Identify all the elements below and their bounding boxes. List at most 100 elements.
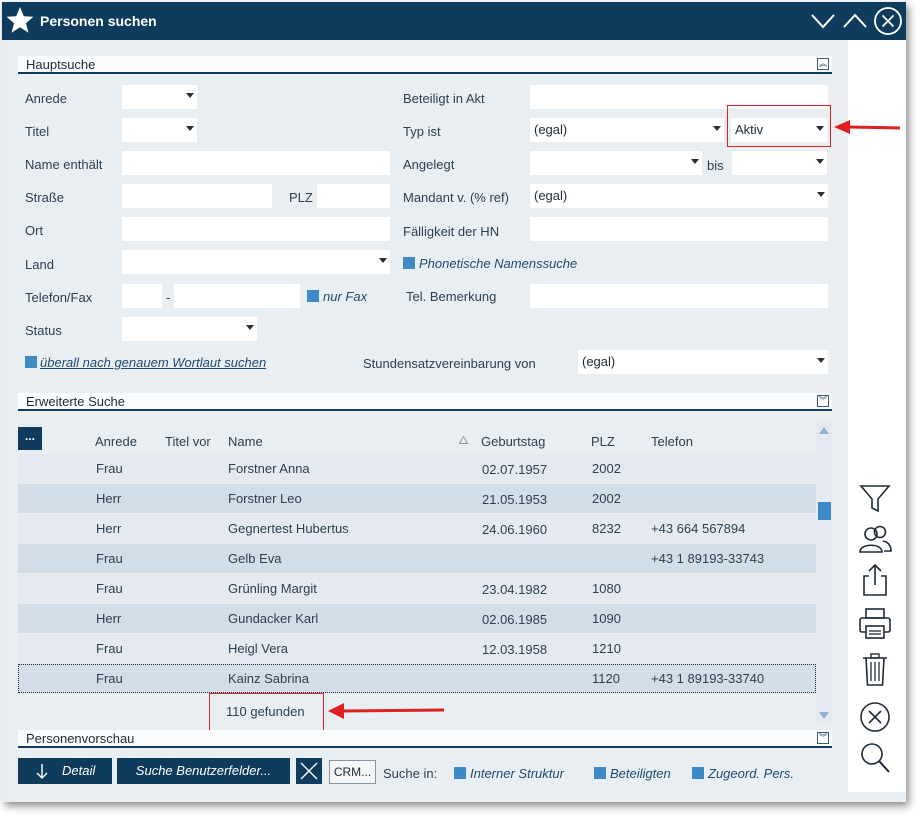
- table-row[interactable]: Herr Forstner Leo 21.05.1953 2002: [18, 484, 816, 513]
- col-titel-vor[interactable]: Titel vor: [165, 434, 211, 449]
- status-label: Status: [25, 323, 62, 338]
- col-geburtstag[interactable]: Geburtstag: [481, 434, 545, 449]
- filter-icon[interactable]: [857, 480, 893, 516]
- titel-select[interactable]: [122, 118, 197, 142]
- mandant-select[interactable]: (egal): [530, 184, 828, 208]
- x-icon: [300, 762, 318, 780]
- name-input[interactable]: [122, 151, 390, 175]
- persons-icon[interactable]: [857, 522, 893, 558]
- table-row[interactable]: Frau Forstner Anna 02.07.1957 2002: [18, 454, 816, 483]
- interne-checkbox[interactable]: [454, 767, 466, 779]
- cell-name: Forstner Leo: [228, 491, 302, 506]
- hauptsuche-header[interactable]: Hauptsuche ︽: [18, 56, 832, 74]
- col-telefon[interactable]: Telefon: [651, 434, 693, 449]
- expand-down-icon[interactable]: ︾: [817, 732, 829, 744]
- vorschau-header[interactable]: Personenvorschau ︾: [18, 730, 832, 748]
- plz-label: PLZ: [289, 190, 313, 205]
- wortlaut-checkbox[interactable]: [25, 356, 37, 368]
- cell-plz: 1090: [592, 611, 621, 626]
- chevron-down-icon[interactable]: [808, 6, 838, 36]
- search-icon[interactable]: [857, 740, 893, 776]
- typ-select[interactable]: (egal): [530, 118, 724, 142]
- cell-anrede: Herr: [96, 521, 122, 536]
- table-row[interactable]: Herr Gegnertest Hubertus 24.06.1960 8232…: [18, 514, 816, 543]
- collapse-up-icon[interactable]: ︽: [817, 58, 829, 70]
- cell-plz: 1080: [592, 581, 621, 596]
- cell-name: Kainz Sabrina: [228, 671, 309, 686]
- stundensatz-select[interactable]: (egal): [578, 350, 828, 374]
- phonetische-label: Phonetische Namenssuche: [419, 256, 578, 271]
- name-label: Name enthält: [25, 157, 103, 172]
- suche-in-label: Suche in:: [383, 766, 438, 781]
- col-anrede[interactable]: Anrede: [95, 434, 137, 449]
- annotation-arrow-icon: [834, 120, 901, 134]
- print-icon[interactable]: [857, 606, 893, 642]
- telefon-separator: -: [166, 290, 171, 305]
- nur-fax-checkbox[interactable]: [307, 290, 319, 302]
- zugeord-checkbox[interactable]: [692, 767, 704, 779]
- erweiterte-header[interactable]: Erweiterte Suche ︾: [18, 393, 832, 411]
- arrow-down-icon: [36, 764, 48, 779]
- scrollbar-thumb[interactable]: [818, 502, 831, 520]
- cell-telefon: +43 1 89193-33743: [651, 551, 765, 566]
- land-select[interactable]: [122, 250, 390, 274]
- cell-anrede: Herr: [96, 611, 122, 626]
- cell-plz: 2002: [592, 491, 621, 506]
- table-row[interactable]: Frau Grünling Margit 23.04.1982 1080: [18, 574, 816, 603]
- ort-label: Ort: [25, 223, 44, 238]
- telefon-prefix-input[interactable]: [122, 284, 162, 308]
- strasse-label: Straße: [25, 190, 65, 205]
- beteiligten-checkbox[interactable]: [594, 767, 606, 779]
- anrede-select[interactable]: [122, 85, 197, 109]
- ort-input[interactable]: [122, 217, 390, 241]
- table-row[interactable]: Frau Heigl Vera 12.03.1958 1210: [18, 634, 816, 663]
- strasse-input[interactable]: [122, 184, 272, 208]
- tel-bemerkung-input[interactable]: [530, 284, 828, 308]
- cell-geburtstag: 02.07.1957: [482, 462, 548, 477]
- cell-name: Gundacker Karl: [228, 611, 319, 626]
- angelegt-from-select[interactable]: [530, 151, 702, 175]
- table-row-selected[interactable]: Frau Kainz Sabrina 1120 +43 1 89193-3374…: [18, 664, 816, 693]
- detail-button[interactable]: Detail: [18, 758, 112, 784]
- close-circle-icon[interactable]: [857, 699, 893, 735]
- clear-button[interactable]: [296, 758, 322, 784]
- detail-label: Detail: [62, 763, 96, 778]
- sort-asc-icon: [459, 436, 468, 444]
- col-name[interactable]: Name: [228, 434, 263, 449]
- grid-menu-button[interactable]: ...: [18, 427, 42, 450]
- export-icon[interactable]: [857, 562, 893, 598]
- nur-fax-label: nur Fax: [323, 289, 368, 304]
- wortlaut-label[interactable]: überall nach genauem Wortlaut suchen: [40, 355, 266, 370]
- typ-value: (egal): [534, 122, 568, 137]
- star-icon: [6, 7, 34, 33]
- trash-icon[interactable]: [857, 652, 893, 688]
- angelegt-to-select[interactable]: [732, 151, 827, 175]
- cell-anrede: Herr: [96, 491, 122, 506]
- cell-geburtstag: 02.06.1985: [482, 612, 548, 627]
- cell-geburtstag: 24.06.1960: [482, 522, 548, 537]
- scroll-up-icon[interactable]: [819, 427, 829, 434]
- phonetische-checkbox[interactable]: [403, 257, 415, 269]
- grid-scrollbar[interactable]: [816, 422, 832, 722]
- table-row[interactable]: Herr Gundacker Karl 02.06.1985 1090: [18, 604, 816, 633]
- faelligkeit-input[interactable]: [530, 217, 828, 241]
- erweiterte-title: Erweiterte Suche: [26, 394, 125, 409]
- expand-down-icon[interactable]: ︾: [817, 395, 829, 407]
- typ-label: Typ ist: [403, 124, 441, 139]
- chevron-up-icon[interactable]: [840, 6, 870, 36]
- title-bar: Personen suchen: [2, 2, 906, 40]
- col-plz[interactable]: PLZ: [591, 434, 615, 449]
- scroll-down-icon[interactable]: [819, 712, 829, 719]
- land-label: Land: [25, 257, 54, 272]
- close-icon[interactable]: [873, 6, 903, 36]
- telefon-number-input[interactable]: [174, 284, 300, 308]
- table-row[interactable]: Frau Gelb Eva +43 1 89193-33743: [18, 544, 816, 573]
- status-select[interactable]: [122, 317, 257, 341]
- crm-button[interactable]: CRM...: [329, 760, 376, 784]
- plz-input[interactable]: [317, 184, 390, 208]
- highlight-box-found: [209, 693, 324, 731]
- cell-name: Forstner Anna: [228, 461, 310, 476]
- suche-benutzerfelder-button[interactable]: Suche Benutzerfelder...: [117, 758, 290, 784]
- zugeord-label: Zugeord. Pers.: [708, 766, 794, 781]
- cell-name: Gelb Eva: [228, 551, 282, 566]
